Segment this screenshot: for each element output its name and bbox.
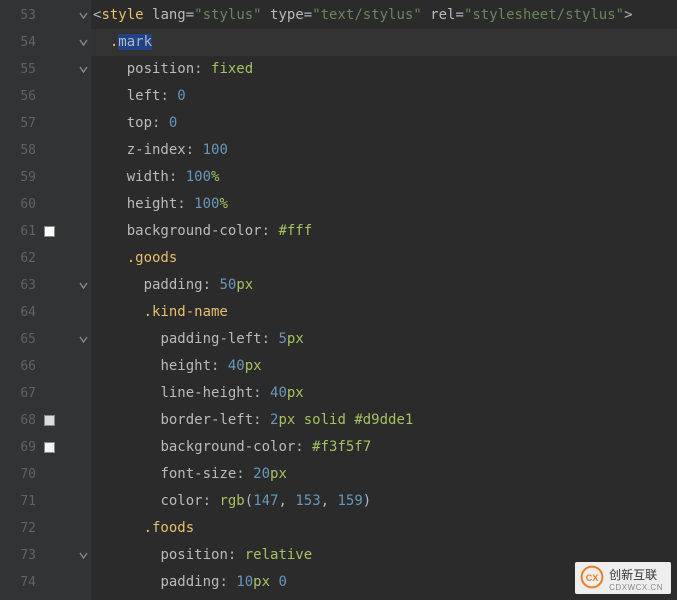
line-number: 70 (0, 461, 36, 488)
code-line[interactable]: padding-left: 5px (91, 326, 677, 353)
code-line[interactable]: <style lang="stylus" type="text/stylus" … (91, 2, 677, 29)
line-number: 62 (0, 245, 36, 272)
color-swatch-icon (44, 442, 55, 453)
code-line[interactable]: left: 0 (91, 83, 677, 110)
line-number: 68 (0, 407, 36, 434)
code-line[interactable]: .kind-name (91, 299, 677, 326)
watermark: CX 创新互联 CDXWCX.CN (575, 562, 671, 594)
code-line[interactable]: height: 40px (91, 353, 677, 380)
line-number: 66 (0, 353, 36, 380)
line-number: 59 (0, 164, 36, 191)
watermark-logo-icon: CX (579, 564, 605, 590)
line-numbers: 5354555657585960616263646566676869707172… (0, 0, 36, 596)
code-line[interactable]: width: 100% (91, 164, 677, 191)
line-number: 57 (0, 110, 36, 137)
line-number: 58 (0, 137, 36, 164)
code-editor[interactable]: 5354555657585960616263646566676869707172… (0, 0, 677, 600)
gutter-markers (40, 0, 91, 596)
line-number: 64 (0, 299, 36, 326)
code-line[interactable]: .goods (91, 245, 677, 272)
code-line[interactable]: font-size: 20px (91, 461, 677, 488)
code-line[interactable]: color: rgb(147, 153, 159) (91, 488, 677, 515)
line-number: 69 (0, 434, 36, 461)
line-number: 53 (0, 2, 36, 29)
fold-icon[interactable] (78, 550, 89, 561)
code-line[interactable]: padding: 50px (91, 272, 677, 299)
color-swatch-icon (44, 226, 55, 237)
fold-icon[interactable] (78, 280, 89, 291)
line-number: 63 (0, 272, 36, 299)
line-number: 72 (0, 515, 36, 542)
fold-icon[interactable] (78, 37, 89, 48)
watermark-sub: CDXWCX.CN (609, 583, 663, 592)
line-number: 61 (0, 218, 36, 245)
code-line[interactable]: position: fixed (91, 56, 677, 83)
line-number: 60 (0, 191, 36, 218)
code-line[interactable]: background-color: #f3f5f7 (91, 434, 677, 461)
line-number: 67 (0, 380, 36, 407)
code-line[interactable]: border-left: 2px solid #d9dde1 (91, 407, 677, 434)
code-line[interactable]: height: 100% (91, 191, 677, 218)
fold-icon[interactable] (78, 10, 89, 21)
line-number: 65 (0, 326, 36, 353)
gutter: 5354555657585960616263646566676869707172… (0, 0, 91, 600)
line-number: 54 (0, 29, 36, 56)
code-line[interactable]: .foods (91, 515, 677, 542)
code-line[interactable]: top: 0 (91, 110, 677, 137)
code-line[interactable]: .mark (91, 29, 677, 56)
line-number: 56 (0, 83, 36, 110)
color-swatch-icon (44, 415, 55, 426)
fold-icon[interactable] (78, 334, 89, 345)
code-line[interactable]: background-color: #fff (91, 218, 677, 245)
line-number: 71 (0, 488, 36, 515)
line-number: 74 (0, 569, 36, 596)
code-line[interactable]: line-height: 40px (91, 380, 677, 407)
watermark-text: 创新互联 (609, 566, 663, 583)
svg-text:CX: CX (586, 573, 599, 583)
code-line[interactable]: z-index: 100 (91, 137, 677, 164)
line-number: 73 (0, 542, 36, 569)
line-number: 55 (0, 56, 36, 83)
code-area[interactable]: <style lang="stylus" type="text/stylus" … (91, 0, 677, 600)
fold-icon[interactable] (78, 64, 89, 75)
